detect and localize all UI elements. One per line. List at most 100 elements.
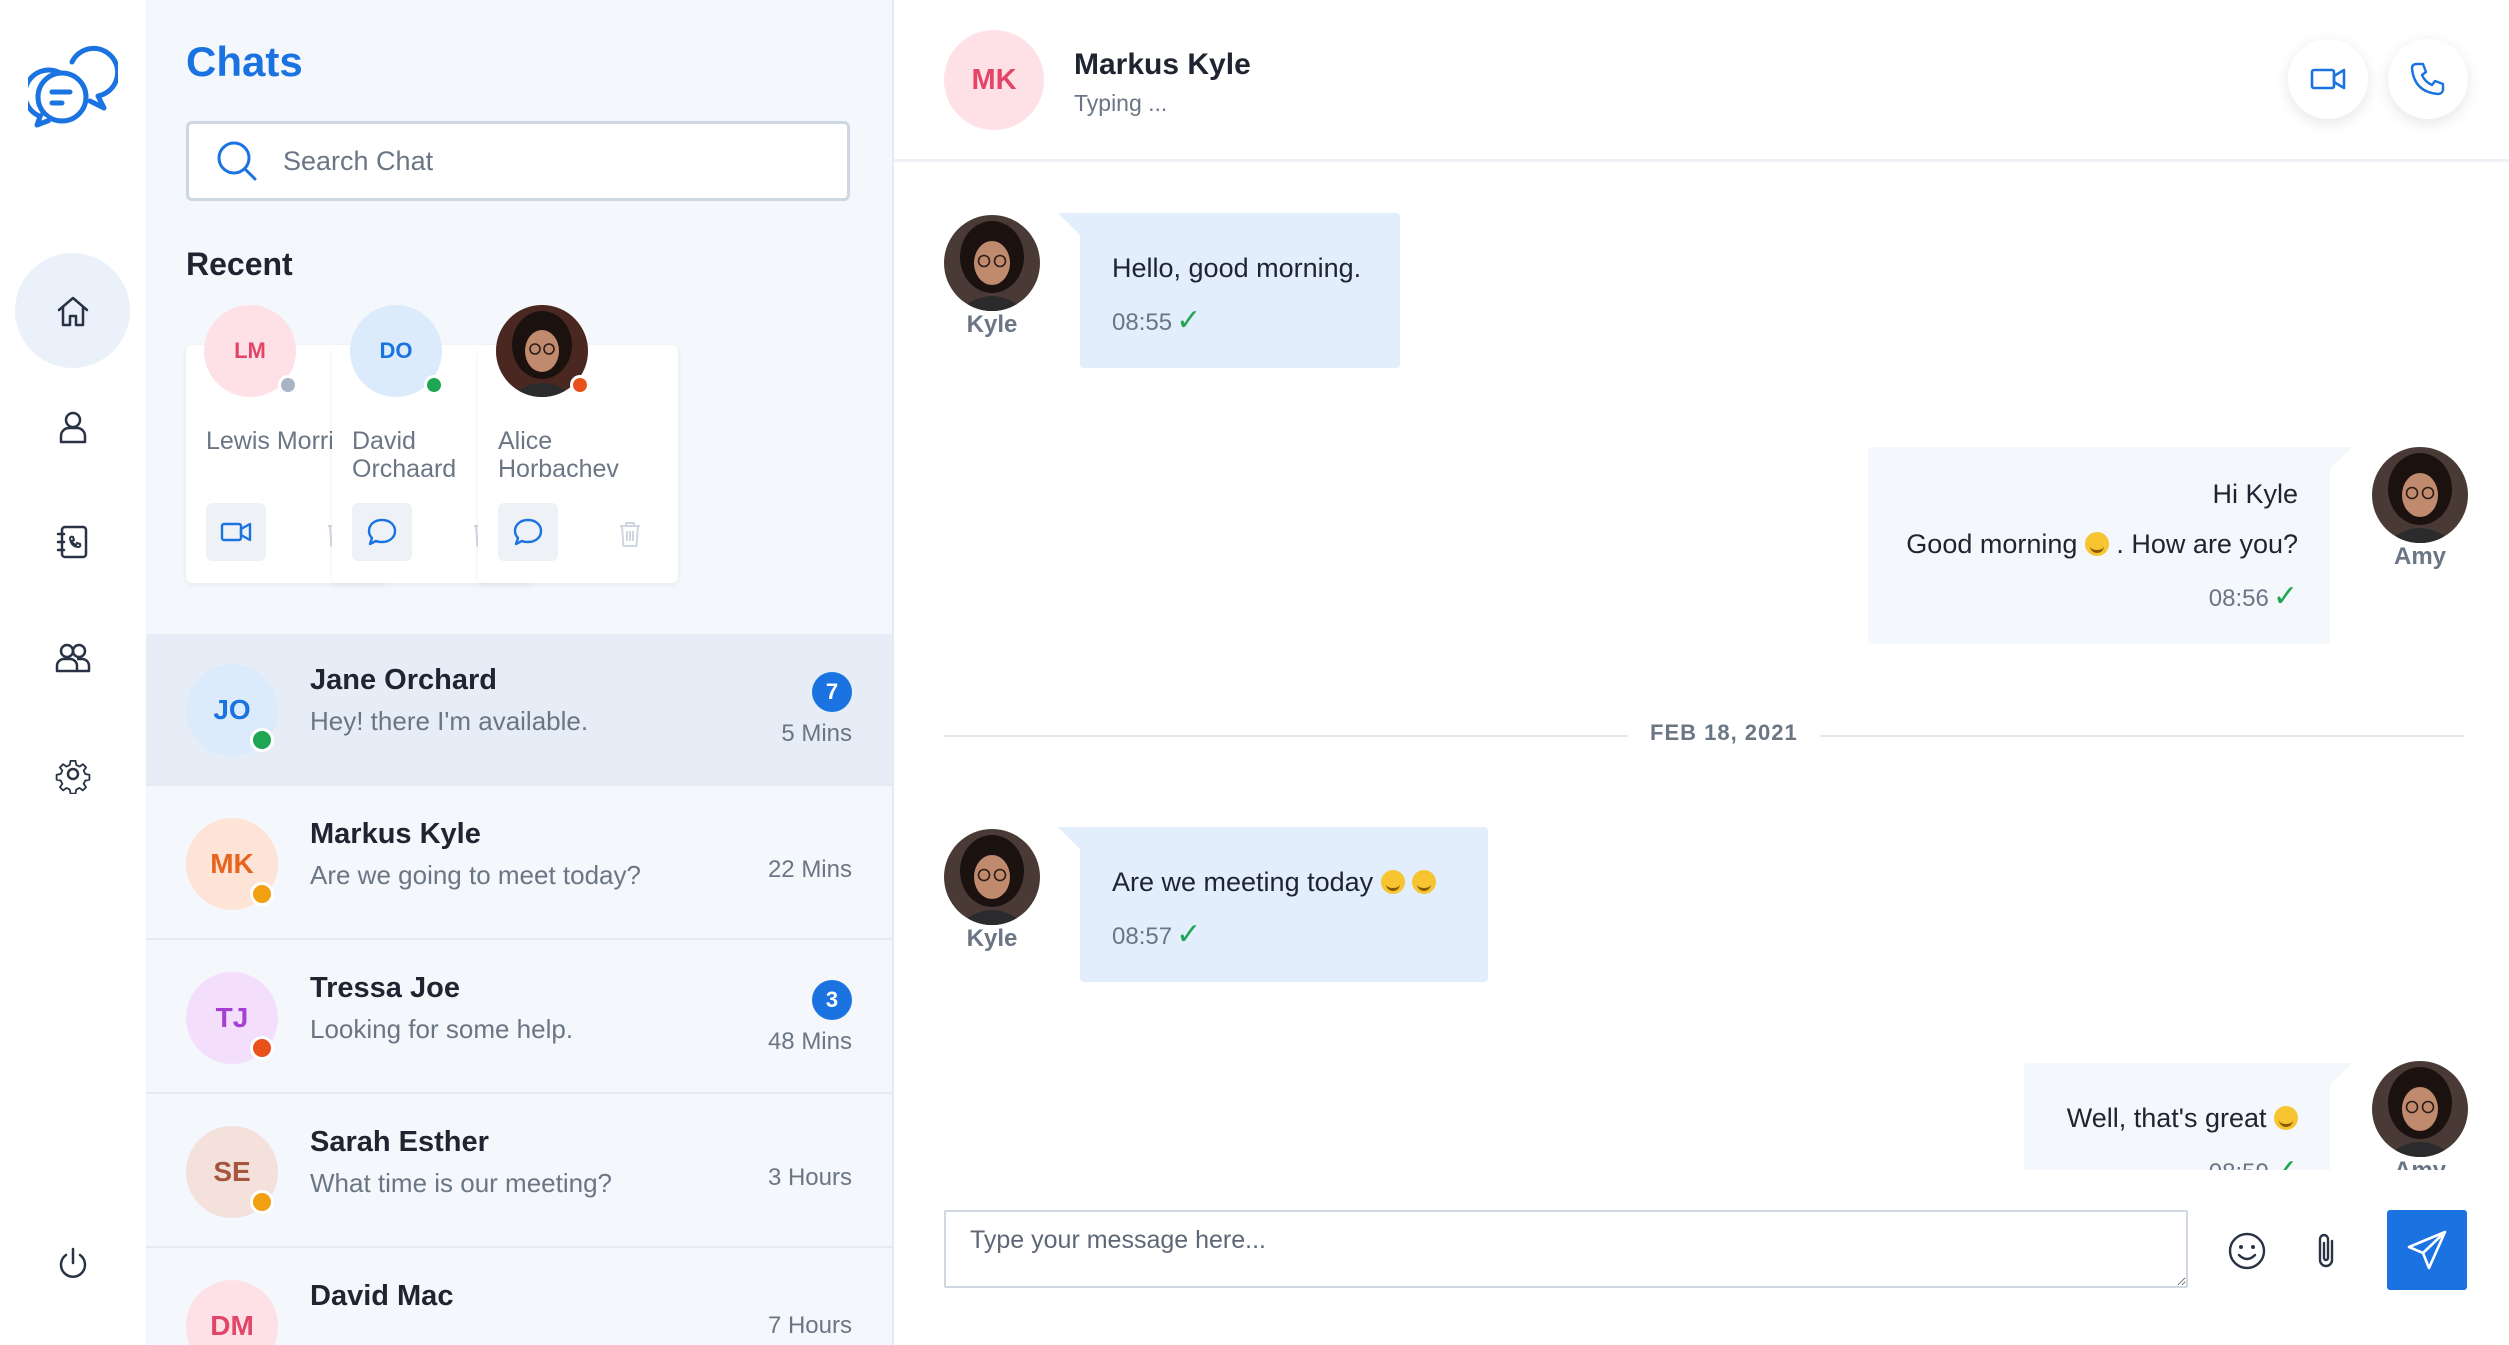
message-button[interactable] xyxy=(352,503,412,561)
avatar: MK xyxy=(944,30,1044,130)
message-text: Good morning . How are you? xyxy=(1906,529,2298,559)
message-time: 08:59 ✓ xyxy=(2056,1153,2298,1170)
phone-icon xyxy=(2410,62,2445,96)
send-icon xyxy=(2407,1230,2447,1270)
search-input[interactable] xyxy=(283,145,803,177)
chat-preview: Are we going to meet today? xyxy=(310,860,641,890)
trash-icon[interactable] xyxy=(616,519,644,549)
smiley-icon[interactable] xyxy=(2226,1230,2268,1272)
chat-list-item[interactable]: DM David Mac 7 Hours xyxy=(146,1250,892,1345)
date-divider: FEB 18, 2021 xyxy=(1628,720,1820,746)
message-composer xyxy=(894,1170,2509,1345)
conversation-header: MK Markus Kyle Typing ... xyxy=(894,0,2509,162)
chat-time: 5 Mins xyxy=(781,720,852,747)
home-icon xyxy=(57,296,88,326)
nav-home-button[interactable] xyxy=(15,253,130,368)
chat-contact-name: David Mac xyxy=(310,1280,454,1312)
time-text: 08:59 xyxy=(2209,1159,2269,1170)
contact-name: Markus Kyle xyxy=(1074,48,1251,81)
nav-groups-button[interactable] xyxy=(15,600,130,715)
nav-rail xyxy=(0,0,146,1345)
contacts-book-icon xyxy=(56,525,87,558)
status-dot xyxy=(250,1190,274,1214)
message-time: 08:56 ✓ xyxy=(1900,579,2298,614)
message-list[interactable]: Kyle Hello, good morning. 08:55 ✓ Amy Hi … xyxy=(894,165,2509,1170)
chat-list-item[interactable]: TJ Tressa Joe Looking for some help. 3 4… xyxy=(146,942,892,1094)
chat-contact-name: Markus Kyle xyxy=(310,818,481,850)
sender-avatar xyxy=(2372,447,2468,543)
unread-badge: 7 xyxy=(812,672,852,712)
nav-settings-button[interactable] xyxy=(15,716,130,831)
message-text: Hello, good morning. xyxy=(1112,253,1362,283)
paperclip-icon[interactable] xyxy=(2306,1230,2348,1272)
incoming-message[interactable]: Are we meeting today 08:57 ✓ xyxy=(1058,827,1488,982)
sender-avatar xyxy=(944,829,1040,925)
chat-preview: Hey! there I'm available. xyxy=(310,706,589,736)
smiley-emoji-icon xyxy=(1412,870,1437,894)
message-button[interactable] xyxy=(498,503,558,561)
gear-icon xyxy=(55,759,90,794)
video-call-button[interactable] xyxy=(2288,39,2368,119)
nav-contacts-button[interactable] xyxy=(15,484,130,599)
message-text: Hi Kyle xyxy=(2212,479,2298,509)
read-check-icon: ✓ xyxy=(2273,1154,2298,1170)
smiley-emoji-icon xyxy=(2274,1106,2298,1130)
send-button[interactable] xyxy=(2387,1210,2467,1290)
chat-time: 3 Hours xyxy=(767,1164,852,1191)
chat-time: 7 Hours xyxy=(767,1312,852,1339)
outgoing-message[interactable]: Hi Kyle Good morning . How are you? 08:5… xyxy=(1868,447,2352,644)
panel-title: Chats xyxy=(186,38,303,85)
message-text: Are we meeting today xyxy=(1112,857,1456,907)
chat-time: 22 Mins xyxy=(767,856,852,883)
time-text: 08:56 xyxy=(2208,585,2269,612)
logout-button[interactable] xyxy=(15,1206,130,1321)
time-text: 08:55 xyxy=(1112,309,1173,336)
sender-name: Amy xyxy=(2372,1157,2468,1170)
read-check-icon: ✓ xyxy=(1176,918,1202,951)
chat-contact-name: Jane Orchard xyxy=(310,664,497,696)
chat-preview: Looking for some help. xyxy=(310,1014,574,1044)
video-call-button[interactable] xyxy=(206,503,266,561)
status-dot xyxy=(424,375,444,395)
video-icon xyxy=(220,522,252,542)
sender-name: Kyle xyxy=(966,311,1018,338)
chat-logo-icon xyxy=(22,40,121,130)
smiley-emoji-icon xyxy=(1380,870,1405,894)
chat-list-item[interactable]: JO Jane Orchard Hey! there I'm available… xyxy=(146,634,892,786)
user-icon xyxy=(59,411,86,443)
sender-name: Kyle xyxy=(966,925,1018,952)
nav-profile-button[interactable] xyxy=(15,369,130,484)
search-icon xyxy=(217,141,257,181)
smiley-emoji-icon xyxy=(2084,532,2109,556)
status-dot xyxy=(250,1036,274,1060)
voice-call-button[interactable] xyxy=(2388,39,2468,119)
chat-list-item[interactable]: SE Sarah Esther What time is our meeting… xyxy=(146,1096,892,1248)
search-box[interactable] xyxy=(186,121,850,201)
sender-name: Amy xyxy=(2393,543,2447,570)
status-dot xyxy=(250,882,274,906)
message-time: 08:55 ✓ xyxy=(1112,303,1368,338)
chat-list-panel: Chats Recent LM Lewis Morrison DO David … xyxy=(146,0,894,1345)
users-icon xyxy=(55,643,90,672)
time-text: 08:57 xyxy=(1112,923,1173,950)
message-icon xyxy=(513,518,543,546)
status-dot xyxy=(570,375,590,395)
message-input[interactable] xyxy=(944,1210,2188,1288)
outgoing-message[interactable]: Well, that's great 08:59 ✓ xyxy=(2024,1063,2352,1170)
power-icon xyxy=(59,1247,86,1278)
sender-avatar xyxy=(944,215,1040,311)
recent-heading: Recent xyxy=(186,246,293,282)
status-dot xyxy=(278,375,298,395)
chat-list-item[interactable]: MK Markus Kyle Are we going to meet toda… xyxy=(146,788,892,940)
incoming-message[interactable]: Hello, good morning. 08:55 ✓ xyxy=(1058,213,1400,368)
conversation-pane: MK Markus Kyle Typing ... Kyle Hello, go… xyxy=(894,0,2509,1345)
recent-card[interactable]: Alice Horbachev xyxy=(478,305,678,583)
video-icon xyxy=(2310,68,2346,90)
chat-time: 48 Mins xyxy=(767,1028,852,1055)
typing-status: Typing ... xyxy=(1074,90,1168,116)
read-check-icon: ✓ xyxy=(2272,580,2298,613)
message-text: Well, that's great xyxy=(2056,1093,2298,1143)
read-check-icon: ✓ xyxy=(1176,304,1202,337)
chat-contact-name: Sarah Esther xyxy=(310,1126,489,1158)
unread-badge: 3 xyxy=(812,980,852,1020)
